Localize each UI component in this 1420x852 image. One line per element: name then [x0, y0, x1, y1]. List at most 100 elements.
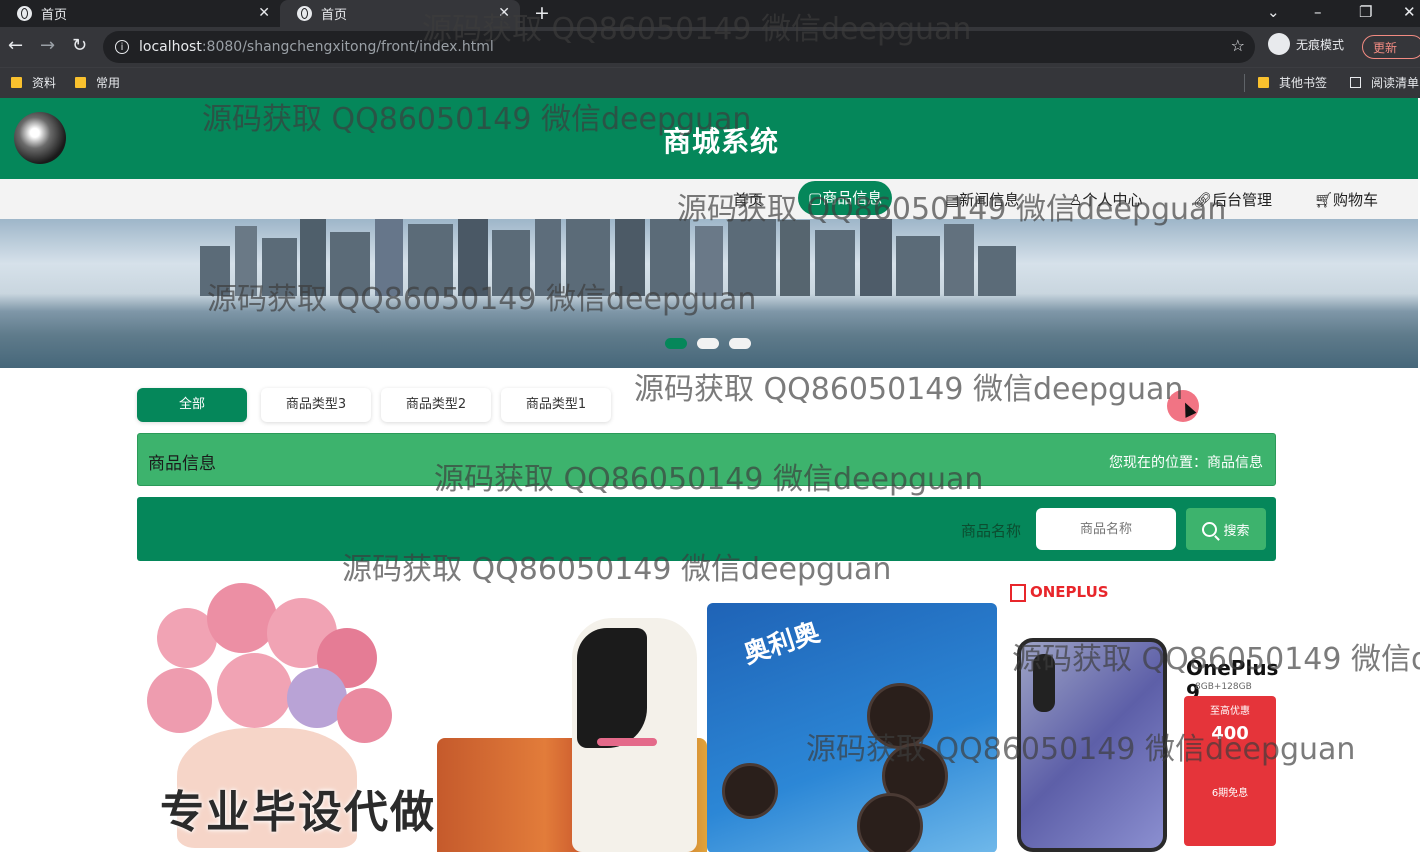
site-info-icon[interactable]: i: [115, 40, 129, 54]
banner-building: [492, 230, 530, 296]
url-host: localhost: [139, 39, 202, 55]
location-label: 您现在的位置：: [1109, 455, 1207, 471]
close-tab-icon[interactable]: ✕: [258, 5, 270, 21]
promo-text: 至高优惠: [1210, 706, 1250, 717]
oneplus-logo: ONEPLUS: [1010, 583, 1109, 602]
tab-search-icon[interactable]: ⌄: [1267, 3, 1280, 21]
new-tab-icon[interactable]: +: [534, 2, 550, 24]
oneplus-mark-icon: [1010, 583, 1026, 602]
reading-list-icon: [1350, 77, 1361, 88]
carousel-indicators: [665, 338, 751, 349]
folder-icon: [75, 77, 86, 88]
flower-petal: [207, 583, 277, 653]
bookmark-label: 资料: [32, 76, 57, 90]
bookmark-folder[interactable]: 常用: [75, 74, 120, 91]
update-button[interactable]: 更新: [1362, 35, 1420, 59]
bookmark-folder[interactable]: 其他书签: [1258, 74, 1327, 91]
bookmark-label: 常用: [96, 76, 121, 90]
nav-admin[interactable]: 🔗︎后台管理: [1193, 189, 1272, 210]
incognito-label: 无痕模式: [1296, 37, 1345, 52]
banner-building: [860, 219, 892, 296]
reload-icon[interactable]: ↻: [72, 35, 87, 56]
folder-icon: [11, 77, 22, 88]
promo-amount: 400: [1211, 723, 1249, 744]
close-tab-icon[interactable]: ✕: [498, 5, 510, 21]
cat-doll-image: [562, 598, 707, 852]
browser-tab[interactable]: 首页 ✕: [0, 0, 280, 27]
nav-label: 后台管理: [1212, 191, 1273, 209]
url-path: :8080/shangchengxitong/front/index.html: [201, 39, 494, 55]
banner-building: [978, 246, 1016, 296]
restore-icon[interactable]: ❐: [1359, 3, 1372, 21]
carousel-dot[interactable]: [665, 338, 687, 349]
nav-cart[interactable]: 🛒︎购物车: [1314, 189, 1378, 210]
flower-petal: [147, 668, 212, 733]
category-type2[interactable]: 商品类型2: [381, 388, 491, 422]
promo-card: 至高优惠 400 6期免息: [1184, 696, 1276, 846]
forward-icon[interactable]: →: [40, 35, 55, 56]
globe-icon: [297, 6, 312, 21]
phone-image: [1017, 638, 1167, 852]
flower-petal: [337, 688, 392, 743]
user-icon: ♙: [1069, 191, 1083, 209]
bookmark-star-icon[interactable]: ☆: [1231, 36, 1245, 55]
category-type3[interactable]: 商品类型3: [261, 388, 371, 422]
banner-building: [815, 230, 855, 296]
main-nav: 首页 ▢商品信息 ▤新闻信息 ♙个人中心 🔗︎后台管理 🛒︎购物车: [0, 179, 1418, 220]
nav-home[interactable]: 首页: [733, 189, 763, 210]
phone-spec: 8GB+128GB: [1195, 682, 1252, 692]
banner-building: [200, 246, 230, 296]
bookmark-label: 其他书签: [1279, 76, 1328, 90]
category-type1[interactable]: 商品类型1: [501, 388, 611, 422]
web-page: 商城系统 首页 ▢商品信息 ▤新闻信息 ♙个人中心 🔗︎后台管理 🛒︎购物车 全…: [0, 98, 1420, 852]
category-all[interactable]: 全部: [137, 388, 247, 422]
carousel-dot[interactable]: [729, 338, 751, 349]
category-tabs: 全部 商品类型3 商品类型2 商品类型1: [137, 388, 737, 424]
tab-title: 首页: [321, 8, 348, 23]
back-icon[interactable]: ←: [8, 35, 23, 56]
banner-building: [408, 224, 453, 296]
product-banner[interactable]: 奥利奥 ONEPLUS OnePlus 9 8GB+128GB 至高优惠 400…: [137, 568, 1282, 852]
hero-carousel[interactable]: [0, 219, 1418, 368]
banner-building: [780, 220, 810, 296]
bookmark-folder[interactable]: 资料: [11, 74, 56, 91]
bookmarks-bar: 资料 常用 其他书签 阅读清单: [0, 67, 1420, 98]
url-text[interactable]: localhost:8080/shangchengxitong/front/in…: [139, 39, 494, 55]
search-button[interactable]: 搜索: [1186, 508, 1266, 550]
banner-building: [566, 219, 610, 296]
promo-text: 6期免息: [1211, 788, 1249, 799]
banner-building: [262, 238, 297, 296]
banner-building: [300, 219, 326, 296]
nav-products[interactable]: ▢商品信息: [798, 181, 893, 215]
minimize-icon[interactable]: –: [1314, 3, 1322, 21]
oreo-title: 奥利奥: [740, 617, 824, 671]
search-input[interactable]: [1036, 508, 1176, 550]
incognito-indicator[interactable]: 无痕模式: [1268, 33, 1344, 55]
cat-patch: [577, 628, 647, 748]
banner-building: [650, 219, 690, 296]
banner-building: [615, 219, 645, 296]
globe-icon: [17, 6, 32, 21]
camera-module: [1033, 654, 1055, 712]
nav-news[interactable]: ▤新闻信息: [945, 189, 1019, 210]
cookie: [857, 793, 923, 852]
link-icon: 🔗︎: [1193, 191, 1213, 209]
nav-profile[interactable]: ♙个人中心: [1069, 189, 1142, 210]
banner-building: [944, 224, 974, 296]
nav-label: 首页: [733, 191, 764, 209]
brand-label: ONEPLUS: [1030, 583, 1109, 601]
incognito-icon: [1268, 33, 1290, 55]
close-window-icon[interactable]: ✕: [1403, 3, 1416, 21]
banner-building: [728, 219, 776, 296]
location-value[interactable]: 商品信息: [1207, 455, 1263, 471]
reading-list[interactable]: 阅读清单: [1350, 74, 1419, 91]
omnibox[interactable]: i localhost:8080/shangchengxitong/front/…: [103, 31, 1255, 63]
news-icon: ▤: [945, 191, 960, 209]
section-title: 商品信息: [148, 454, 216, 474]
bookmark-divider: [1244, 74, 1245, 92]
bookmark-label: 阅读清单: [1371, 76, 1420, 90]
cookie: [867, 683, 933, 749]
browser-tab-active[interactable]: 首页 ✕: [280, 0, 520, 27]
address-toolbar: ← → ↻ i localhost:8080/shangchengxitong/…: [0, 27, 1420, 67]
carousel-dot[interactable]: [697, 338, 719, 349]
